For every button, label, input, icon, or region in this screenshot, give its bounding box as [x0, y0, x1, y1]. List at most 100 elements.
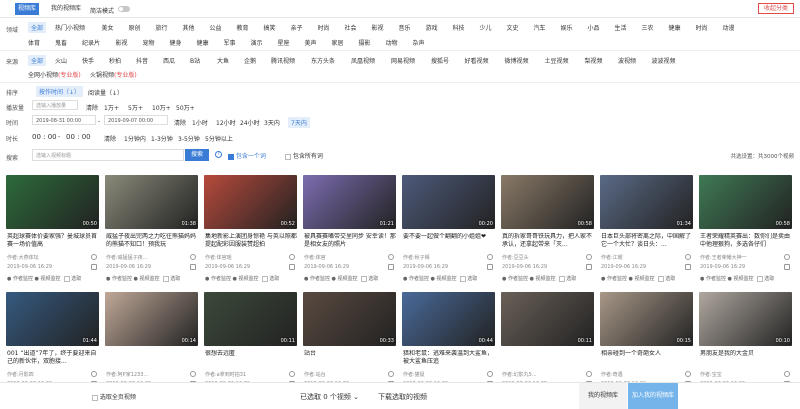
domain-option-2-0[interactable]: 体育: [28, 38, 40, 47]
select-checkbox[interactable]: [459, 275, 466, 282]
domain-option-2-13[interactable]: 动物: [386, 38, 398, 47]
simple-mode-toggle[interactable]: [118, 6, 130, 12]
copy-icon[interactable]: [190, 264, 196, 270]
source-option-6[interactable]: B站: [190, 56, 200, 65]
source-option-8[interactable]: 企鹅: [244, 56, 256, 65]
info-icon[interactable]: [91, 254, 97, 260]
domain-option-13[interactable]: 音乐: [399, 23, 411, 32]
duration-option-0[interactable]: 1分钟内: [124, 134, 146, 143]
video-thumbnail[interactable]: 00:11: [501, 292, 594, 346]
info-icon[interactable]: [784, 371, 790, 377]
video-title[interactable]: 威猛子夜出完两之力吃往熊猫妈妈的熊猫不知口！预我玩: [106, 233, 198, 249]
video-thumbnail[interactable]: 00:14: [105, 292, 198, 346]
domain-option-11[interactable]: 社会: [345, 23, 357, 32]
select-checkbox[interactable]: [360, 275, 367, 282]
copy-icon[interactable]: [289, 264, 295, 270]
domain-option-19[interactable]: 娱乐: [561, 23, 573, 32]
monitor-actions[interactable]: ● 作者监控 ● 视频监控 选取: [700, 275, 774, 282]
source-option-15[interactable]: 微博视频: [505, 56, 529, 65]
video-thumbnail[interactable]: 00:20: [402, 175, 495, 229]
duration-to[interactable]: 00 : 00: [66, 133, 91, 141]
copy-icon[interactable]: [784, 264, 790, 270]
video-title[interactable]: 很想去远匿: [205, 350, 297, 366]
source-option-extra-0[interactable]: 全网小视频(专业版): [28, 70, 81, 79]
domain-option-8[interactable]: 搞笑: [264, 23, 276, 32]
select-checkbox[interactable]: [756, 275, 763, 282]
domain-option-2-4[interactable]: 宠物: [143, 38, 155, 47]
source-option-7[interactable]: 大鱼: [217, 56, 229, 65]
domain-option-5[interactable]: 其他: [183, 23, 195, 32]
domain-option-21[interactable]: 生活: [615, 23, 627, 32]
info-icon[interactable]: [487, 371, 493, 377]
monitor-actions[interactable]: ● 作者监控 ● 视频监控 选取: [304, 275, 378, 282]
domain-option-2-5[interactable]: 健身: [170, 38, 182, 47]
time-option-3[interactable]: 3天内: [264, 118, 280, 127]
monitor-actions[interactable]: ● 作者监控 ● 视频监控 选取: [7, 275, 81, 282]
domain-option-2-2[interactable]: 纪录片: [82, 38, 100, 47]
search-input[interactable]: 选输入视频标题: [32, 149, 184, 161]
video-title[interactable]: 男朋友是我的大金贝: [700, 350, 792, 366]
video-thumbnail[interactable]: 00:58: [699, 175, 792, 229]
contains-all-words-checkbox[interactable]: 包含所有词: [285, 151, 323, 160]
plays-clear[interactable]: 清除: [86, 103, 98, 112]
tab-my-video-library[interactable]: 我的视频库: [48, 3, 84, 15]
domain-option-2-10[interactable]: 美声: [305, 38, 317, 47]
domain-option-2-12[interactable]: 摄影: [359, 38, 371, 47]
tab-video-library[interactable]: 视频库: [15, 3, 40, 15]
domain-option-14[interactable]: 游戏: [426, 23, 438, 32]
domain-option-2-9[interactable]: 星座: [278, 38, 290, 47]
video-card[interactable]: 00:50 英超球赛体价要家强？曼城球员首赛一场价值高 作者:大燕体坛 2019-09…: [6, 175, 99, 285]
info-icon[interactable]: [388, 371, 394, 377]
domain-option-9[interactable]: 亲子: [291, 23, 303, 32]
video-thumbnail[interactable]: 00:33: [303, 292, 396, 346]
add-to-my-library-button[interactable]: 加入我的视频库: [628, 383, 678, 409]
source-option-19[interactable]: 波波视频: [652, 56, 676, 65]
video-title[interactable]: 要不要一起做个翻翻的小姐姐❤: [403, 233, 495, 249]
sort-by-reads[interactable]: 阅读量（↓）: [88, 88, 123, 97]
video-thumbnail[interactable]: 01:44: [6, 292, 99, 346]
select-checkbox[interactable]: [261, 275, 268, 282]
source-option-0[interactable]: 全部: [28, 55, 47, 66]
video-title[interactable]: 日本巨头部将密离之际，中国解了它一个大忙？谈日头：...: [601, 233, 693, 249]
video-card[interactable]: 01:38 威猛子夜出完两之力吃往熊猫妈妈的熊猫不知口！预我玩 作者:威猛猛子夜..…: [105, 175, 198, 285]
plays-option-2[interactable]: 10万+: [152, 103, 171, 112]
monitor-actions[interactable]: ● 作者监控 ● 视频监控 选取: [502, 275, 576, 282]
duration-option-2[interactable]: 3-5分钟: [178, 134, 200, 143]
info-icon[interactable]: [487, 254, 493, 260]
video-thumbnail[interactable]: 00:15: [600, 292, 693, 346]
domain-option-6[interactable]: 公益: [210, 23, 222, 32]
time-option-2[interactable]: 24小时: [240, 118, 260, 127]
domain-option-20[interactable]: 小品: [588, 23, 600, 32]
domain-option-2-14[interactable]: 杂声: [413, 38, 425, 47]
video-title[interactable]: 真的拆家哥哥铁玩具力，把人家不承认，还拿起带来「灭...: [502, 233, 594, 249]
video-thumbnail[interactable]: 00:58: [501, 175, 594, 229]
video-title[interactable]: 英超球赛体价要家强？曼城球员首赛一场价值高: [7, 233, 99, 249]
domain-option-24[interactable]: 时尚: [696, 23, 708, 32]
copy-icon[interactable]: [685, 264, 691, 270]
domain-option-2-11[interactable]: 家居: [332, 38, 344, 47]
info-icon[interactable]: [784, 254, 790, 260]
domain-option-22[interactable]: 三农: [642, 23, 654, 32]
source-option-10[interactable]: 东方头条: [311, 56, 335, 65]
sort-by-time[interactable]: 按作时间（↓）: [36, 86, 84, 97]
source-option-12[interactable]: 网易视频: [391, 56, 415, 65]
info-icon[interactable]: [685, 371, 691, 377]
source-option-11[interactable]: 凤凰视频: [351, 56, 375, 65]
select-checkbox[interactable]: [162, 275, 169, 282]
video-thumbnail[interactable]: 00:11: [204, 292, 297, 346]
duration-option-3[interactable]: 5分钟以上: [205, 134, 233, 143]
search-button[interactable]: 搜索: [185, 149, 209, 161]
copy-icon[interactable]: [91, 264, 97, 270]
info-icon[interactable]: [586, 254, 592, 260]
domain-option-2-3[interactable]: 影视: [116, 38, 128, 47]
video-title[interactable]: 王者荣耀精英赛出：数你们是卖由中他理狠狗，多选各仔们: [700, 233, 792, 249]
monitor-actions[interactable]: ● 作者监控 ● 视频监控 选取: [205, 275, 279, 282]
video-thumbnail[interactable]: 01:21: [303, 175, 396, 229]
video-thumbnail[interactable]: 01:34: [600, 175, 693, 229]
time-option-0[interactable]: 1小时: [192, 118, 208, 127]
select-checkbox[interactable]: [657, 275, 664, 282]
time-clear[interactable]: 清除: [174, 118, 186, 127]
video-title[interactable]: 站台: [304, 350, 396, 366]
domain-option-2-1[interactable]: 鬼畜: [55, 38, 67, 47]
source-option-14[interactable]: 好看视频: [465, 56, 489, 65]
